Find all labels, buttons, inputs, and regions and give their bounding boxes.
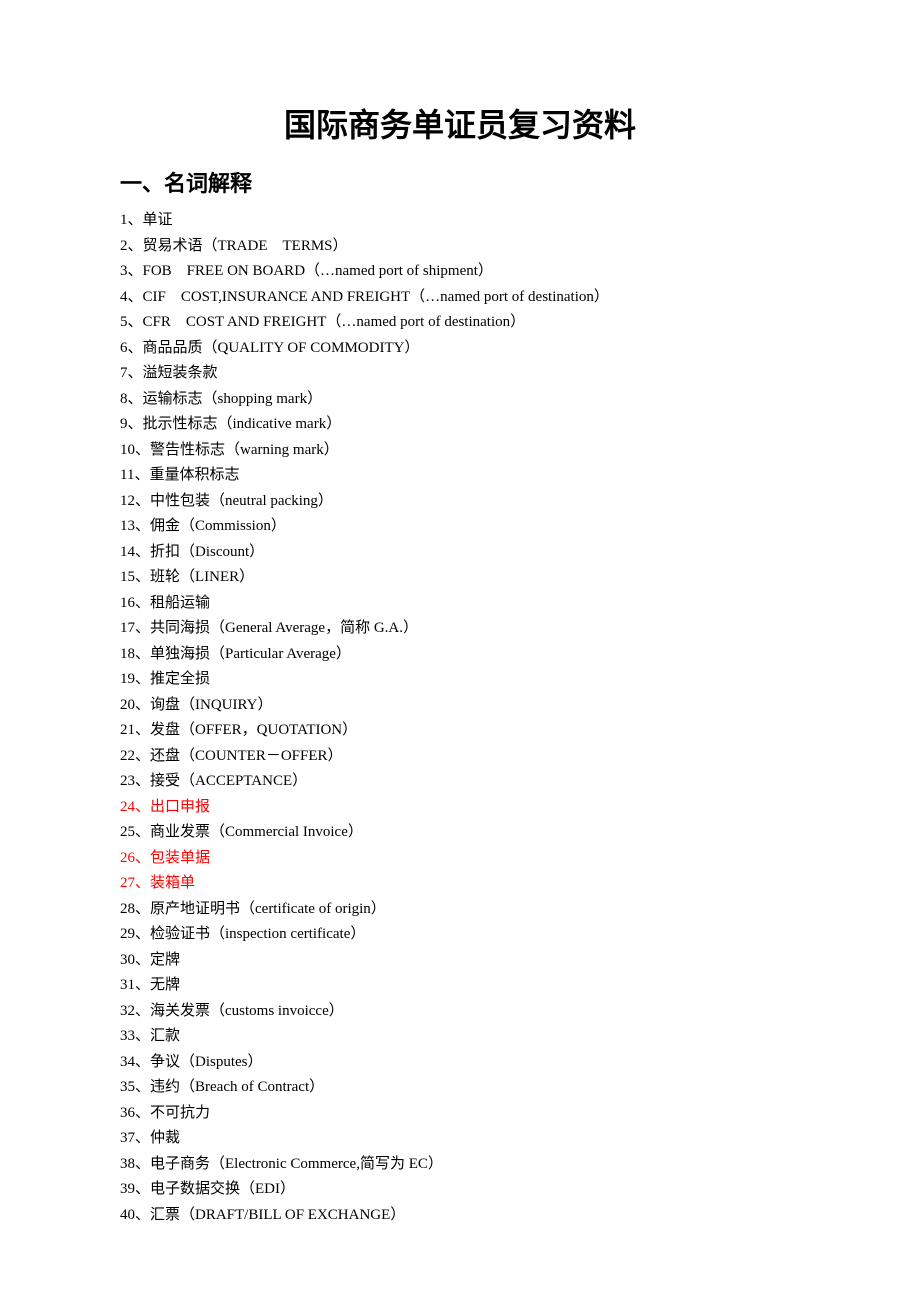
list-item: 22、还盘（COUNTER－OFFER） — [120, 744, 800, 770]
list-item: 18、单独海损（Particular Average） — [120, 642, 800, 668]
list-item: 27、装箱单 — [120, 871, 800, 897]
list-item: 28、原产地证明书（certificate of origin） — [120, 897, 800, 923]
list-item: 20、询盘（INQUIRY） — [120, 693, 800, 719]
list-item: 35、违约（Breach of Contract） — [120, 1075, 800, 1101]
list-item: 37、仲裁 — [120, 1126, 800, 1152]
list-item: 5、CFR COST AND FREIGHT（…named port of de… — [120, 310, 800, 336]
list-item: 19、推定全损 — [120, 667, 800, 693]
list-item: 2、贸易术语（TRADE TERMS） — [120, 234, 800, 260]
list-item: 7、溢短装条款 — [120, 361, 800, 387]
list-item: 30、定牌 — [120, 948, 800, 974]
item-list: 1、单证2、贸易术语（TRADE TERMS）3、FOB FREE ON BOA… — [120, 208, 800, 1228]
list-item: 29、检验证书（inspection certificate） — [120, 922, 800, 948]
list-item: 8、运输标志（shopping mark） — [120, 387, 800, 413]
list-item: 23、接受（ACCEPTANCE） — [120, 769, 800, 795]
document-page: 国际商务单证员复习资料 一、名词解释 1、单证2、贸易术语（TRADE TERM… — [0, 0, 920, 1308]
section-heading: 一、名词解释 — [120, 166, 800, 198]
list-item: 11、重量体积标志 — [120, 463, 800, 489]
list-item: 17、共同海损（General Average，简称 G.A.） — [120, 616, 800, 642]
list-item: 33、汇款 — [120, 1024, 800, 1050]
list-item: 9、批示性标志（indicative mark） — [120, 412, 800, 438]
list-item: 21、发盘（OFFER，QUOTATION） — [120, 718, 800, 744]
list-item: 10、警告性标志（warning mark） — [120, 438, 800, 464]
document-title: 国际商务单证员复习资料 — [120, 100, 800, 146]
list-item: 25、商业发票（Commercial Invoice） — [120, 820, 800, 846]
list-item: 4、CIF COST,INSURANCE AND FREIGHT（…named … — [120, 285, 800, 311]
list-item: 24、出口申报 — [120, 795, 800, 821]
list-item: 39、电子数据交换（EDI） — [120, 1177, 800, 1203]
list-item: 1、单证 — [120, 208, 800, 234]
list-item: 32、海关发票（customs invoicce） — [120, 999, 800, 1025]
list-item: 31、无牌 — [120, 973, 800, 999]
list-item: 26、包装单据 — [120, 846, 800, 872]
list-item: 36、不可抗力 — [120, 1101, 800, 1127]
list-item: 34、争议（Disputes） — [120, 1050, 800, 1076]
list-item: 38、电子商务（Electronic Commerce,简写为 EC） — [120, 1152, 800, 1178]
list-item: 13、佣金（Commission） — [120, 514, 800, 540]
list-item: 12、中性包装（neutral packing） — [120, 489, 800, 515]
list-item: 3、FOB FREE ON BOARD（…named port of shipm… — [120, 259, 800, 285]
list-item: 16、租船运输 — [120, 591, 800, 617]
list-item: 40、汇票（DRAFT/BILL OF EXCHANGE） — [120, 1203, 800, 1229]
list-item: 15、班轮（LINER） — [120, 565, 800, 591]
list-item: 14、折扣（Discount） — [120, 540, 800, 566]
list-item: 6、商品品质（QUALITY OF COMMODITY） — [120, 336, 800, 362]
